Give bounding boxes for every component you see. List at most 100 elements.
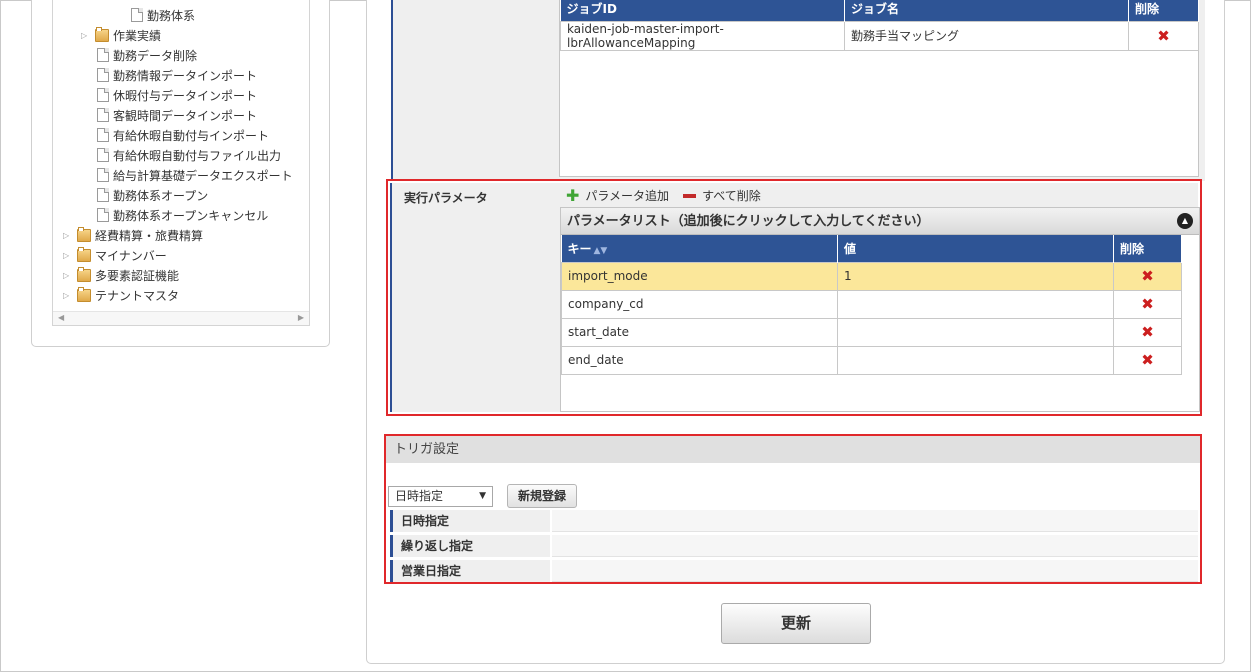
tree-item[interactable]: ▷ テナントマスタ <box>63 285 179 305</box>
delete-x-icon[interactable]: ✖ <box>1113 345 1182 375</box>
param-value-cell[interactable] <box>837 289 1114 319</box>
parameter-list: パラメータリスト（追加後にクリックして入力してください） ▲ キー ▲▼ 値 削除… <box>560 207 1200 412</box>
folder-icon <box>77 246 91 262</box>
trigger-header: トリガ設定 <box>386 436 1200 463</box>
trigger-row-label: 繰り返し指定 <box>390 535 550 557</box>
expand-icon[interactable]: ▷ <box>63 251 73 260</box>
tree-item-label: 客観時間データインポート <box>113 108 258 123</box>
trigger-type-select[interactable]: 日時指定 ▼ <box>388 485 493 507</box>
tree-item[interactable]: 勤務体系オープンキャンセル <box>97 205 268 225</box>
add-parameter-link[interactable]: パラメータ追加 <box>585 187 669 204</box>
param-inner: 実行パラメータ ✚ パラメータ追加 すべて削除 パラメータリスト（追加後にクリッ… <box>390 183 1200 412</box>
table-row[interactable]: import_mode 1 ✖ <box>561 261 1182 291</box>
tree-item[interactable]: 勤務体系オープン <box>97 185 208 205</box>
document-icon <box>97 108 109 122</box>
expand-icon[interactable]: ▷ <box>81 31 91 40</box>
job-table-box: ジョブID ジョブ名 削除 kaiden-job-master-import-l… <box>559 0 1199 177</box>
menu-tree: ◀ ▶ 勤務体系 ▷ 作業実績勤務データ削除勤務情報データインポート 休暇付与データイ… <box>52 0 310 326</box>
document-icon <box>131 8 143 22</box>
delete-header: 削除 <box>1113 235 1182 262</box>
tree-item[interactable]: 勤務データ削除 <box>97 45 197 65</box>
trigger-row-datetime: 日時指定 <box>390 510 1198 534</box>
horizontal-scrollbar[interactable]: ◀ ▶ <box>53 311 309 325</box>
expand-icon[interactable]: ▷ <box>63 231 73 240</box>
param-key-cell[interactable]: start_date <box>561 317 838 347</box>
trigger-row-business-day: 営業日指定 <box>390 560 1198 584</box>
tree-item-label: 勤務体系 <box>147 8 196 23</box>
table-row[interactable]: start_date ✖ <box>561 317 1182 347</box>
job-section: ジョブID ジョブ名 削除 kaiden-job-master-import-l… <box>391 0 1205 181</box>
tree-item[interactable]: 勤務体系 <box>131 5 195 25</box>
tree-item[interactable]: 有給休暇自動付与ファイル出力 <box>97 145 281 165</box>
delete-x-icon[interactable]: ✖ <box>1128 20 1199 51</box>
folder-icon <box>95 26 109 42</box>
tree-item[interactable]: 給与計算基礎データエクスポート <box>97 165 293 185</box>
parameter-list-title-text: パラメータリスト（追加後にクリックして入力してください） <box>567 214 930 229</box>
delete-x-icon[interactable]: ✖ <box>1113 261 1182 291</box>
param-label: 実行パラメータ <box>404 191 488 205</box>
param-key-cell[interactable]: end_date <box>561 345 838 375</box>
delete-header: 削除 <box>1128 0 1199 21</box>
document-icon <box>97 208 109 222</box>
tree-item-label: 給与計算基礎データエクスポート <box>113 168 293 183</box>
param-value-cell[interactable] <box>837 317 1114 347</box>
tree-item[interactable]: ▷ 経費精算・旅費精算 <box>63 225 203 245</box>
expand-icon[interactable]: ▷ <box>63 271 73 280</box>
tree-item-label: 勤務データ削除 <box>113 48 198 63</box>
tree-item-label: 勤務体系オープン <box>113 188 209 203</box>
update-button[interactable]: 更新 <box>721 603 871 644</box>
param-value-cell[interactable]: 1 <box>837 261 1114 291</box>
left-panel: ◀ ▶ 勤務体系 ▷ 作業実績勤務データ削除勤務情報データインポート 休暇付与データイ… <box>31 0 330 347</box>
new-register-button[interactable]: 新規登録 <box>507 484 578 508</box>
document-icon <box>97 148 109 162</box>
delete-x-icon[interactable]: ✖ <box>1113 317 1182 347</box>
table-row[interactable]: end_date ✖ <box>561 345 1182 375</box>
trigger-row-value <box>552 560 1198 582</box>
tree-item-label: 勤務体系オープンキャンセル <box>113 208 269 223</box>
parameter-table: キー ▲▼ 値 削除 import_mode 1 ✖ company_cd ✖ start_… <box>561 235 1182 375</box>
document-icon <box>97 68 109 82</box>
tree-item[interactable]: 休暇付与データインポート <box>97 85 257 105</box>
scroll-left-icon[interactable]: ◀ <box>58 313 64 322</box>
tree-item-label: テナントマスタ <box>95 288 180 303</box>
document-icon <box>97 48 109 62</box>
param-key-cell[interactable]: company_cd <box>561 289 838 319</box>
tree-item-label: 有給休暇自動付与インポート <box>113 128 270 143</box>
expand-icon[interactable]: ▷ <box>63 291 73 300</box>
scroll-right-icon[interactable]: ▶ <box>298 313 304 322</box>
job-id-cell: kaiden-job-master-import-lbrAllowanceMap… <box>560 20 845 51</box>
param-value-cell[interactable] <box>837 345 1114 375</box>
tree-item-label: 休暇付与データインポート <box>113 88 258 103</box>
table-row[interactable]: company_cd ✖ <box>561 289 1182 319</box>
tree-item-label: 勤務情報データインポート <box>113 68 258 83</box>
tree-item[interactable]: ▷ マイナンバー <box>63 245 167 265</box>
job-id-header[interactable]: ジョブID <box>560 0 845 21</box>
document-icon <box>97 168 109 182</box>
trigger-row-value <box>552 535 1198 557</box>
key-header-label: キー <box>567 241 592 256</box>
tree-item[interactable]: ▷ 多要素認証機能 <box>63 265 179 285</box>
tree-item-label: マイナンバー <box>95 248 167 263</box>
tree-item[interactable]: 客観時間データインポート <box>97 105 257 125</box>
plus-icon[interactable]: ✚ <box>566 187 579 203</box>
tree-item-label: 経費精算・旅費精算 <box>95 228 204 243</box>
param-key-cell[interactable]: import_mode <box>561 261 838 291</box>
table-row[interactable]: kaiden-job-master-import-lbrAllowanceMap… <box>560 20 1199 51</box>
document-icon <box>97 128 109 142</box>
key-header[interactable]: キー ▲▼ <box>561 235 838 262</box>
tree-item[interactable]: ▷ 作業実績 <box>81 25 161 45</box>
tree-item[interactable]: 有給休暇自動付与インポート <box>97 125 269 145</box>
document-icon <box>97 188 109 202</box>
job-name-header[interactable]: ジョブ名 <box>844 0 1129 21</box>
tree-item-label: 作業実績 <box>113 28 162 43</box>
parameter-list-title: パラメータリスト（追加後にクリックして入力してください） ▲ <box>561 208 1199 235</box>
folder-icon <box>77 226 91 242</box>
collapse-up-icon[interactable]: ▲ <box>1177 213 1193 229</box>
delete-x-icon[interactable]: ✖ <box>1113 289 1182 319</box>
param-actions: ✚ パラメータ追加 すべて削除 <box>566 187 761 204</box>
minus-icon[interactable] <box>683 193 697 198</box>
delete-all-link[interactable]: すべて削除 <box>702 187 761 204</box>
tree-item-label: 有給休暇自動付与ファイル出力 <box>113 148 282 163</box>
tree-item[interactable]: 勤務情報データインポート <box>97 65 257 85</box>
sort-icon[interactable]: ▲▼ <box>594 246 608 256</box>
